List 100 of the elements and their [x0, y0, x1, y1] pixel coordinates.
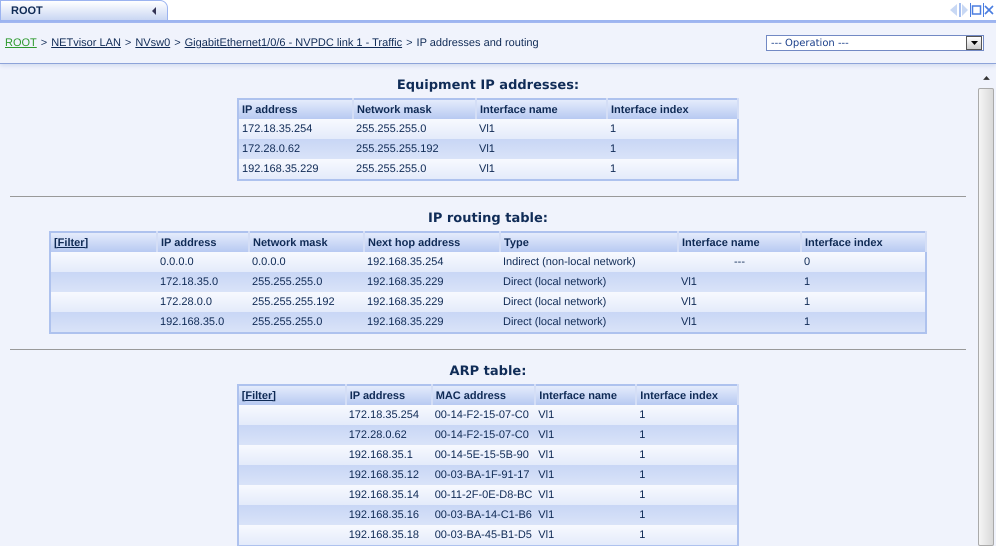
- breadcrumb-separator: >: [406, 37, 413, 49]
- table-cell: 255.255.255.0: [252, 276, 322, 288]
- table-cell: 00-11-2F-0E-D8-BC: [434, 489, 532, 501]
- dropdown-arrow-icon: [970, 41, 978, 45]
- section-title: ARP table:: [450, 364, 526, 379]
- table-cell: Direct (local network): [503, 296, 606, 308]
- table-cell: 192.168.35.229: [367, 316, 444, 328]
- table-cell: Indirect (non-local network): [503, 256, 636, 268]
- column-header: Network mask: [357, 104, 432, 116]
- table-cell: ---: [734, 256, 745, 268]
- column-header: Type: [504, 236, 529, 248]
- breadcrumb-link[interactable]: NVsw0: [135, 37, 170, 49]
- table-cell: Vl1: [538, 489, 554, 501]
- table-cell: Vl1: [479, 163, 495, 175]
- table-cell: 255.255.255.192: [252, 296, 335, 308]
- table-cell: Direct (local network): [503, 316, 606, 328]
- table-cell: Vl1: [681, 296, 697, 308]
- table-cell: 00-03-BA-14-C1-B6: [434, 509, 532, 521]
- column-header: Interface name: [539, 390, 617, 402]
- scroll-up-icon[interactable]: [982, 76, 990, 80]
- table-cell: 172.28.0.62: [242, 143, 300, 155]
- table-cell: Direct (local network): [503, 276, 606, 288]
- breadcrumb-separator: >: [40, 37, 48, 49]
- table-cell: 0.0.0.0: [160, 256, 194, 268]
- breadcrumb-current: IP addresses and routing: [416, 37, 539, 49]
- table-cell: 1: [639, 509, 646, 521]
- column-header: IP address: [350, 390, 406, 402]
- table-cell: 192.168.35.229: [242, 163, 318, 175]
- table-cell: Vl1: [681, 276, 697, 288]
- column-header: MAC address: [436, 390, 506, 402]
- table-cell: 192.168.35.254: [367, 256, 444, 268]
- breadcrumb-link[interactable]: NETvisor LAN: [51, 37, 121, 49]
- table-cell: 00-03-BA-1F-91-17: [434, 469, 530, 481]
- table-cell: 192.168.35.229: [367, 276, 444, 288]
- close-icon[interactable]: [983, 3, 994, 17]
- table-cell: Vl1: [538, 529, 554, 541]
- table-cell: 192.168.35.18: [348, 529, 420, 541]
- table-cell: 255.255.255.0: [252, 316, 322, 328]
- table-cell: Vl1: [538, 409, 554, 421]
- table-cell: Vl1: [479, 143, 495, 155]
- column-header: Interface name: [480, 104, 558, 116]
- table-cell: 172.18.35.0: [160, 276, 218, 288]
- breadcrumb-link[interactable]: GigabitEthernet1/0/6 - NVPDC link 1 - Traffic: [184, 37, 402, 49]
- table-cell: 192.168.35.16: [348, 509, 420, 521]
- table-cell: 1: [804, 296, 810, 308]
- breadcrumb-separator: >: [174, 37, 181, 49]
- maximize-icon[interactable]: [970, 3, 982, 17]
- column-header: IP address: [242, 104, 298, 116]
- collapse-icon[interactable]: [152, 6, 157, 14]
- table-cell: 0.0.0.0: [252, 256, 286, 268]
- column-header: Interface index: [805, 236, 883, 248]
- column-header: Interface name: [682, 236, 760, 248]
- forward-icon[interactable]: [959, 3, 969, 17]
- column-header: Next hop address: [368, 236, 460, 248]
- table-cell: Vl1: [538, 429, 554, 441]
- table-cell: 172.28.0.62: [348, 429, 407, 441]
- operation-dropdown[interactable]: --- Operation ---: [766, 35, 984, 51]
- table-cell: Vl1: [538, 449, 554, 461]
- column-header: Network mask: [253, 236, 328, 248]
- table-cell: Vl1: [538, 469, 554, 481]
- breadcrumb-separator: >: [124, 37, 132, 49]
- table-cell: 255.255.255.0: [356, 123, 426, 135]
- table-cell: 1: [639, 409, 646, 421]
- table-cell: 172.18.35.254: [242, 123, 312, 135]
- table-cell: 1: [610, 143, 616, 155]
- table-cell: Vl1: [479, 123, 495, 135]
- table-cell: 1: [610, 163, 616, 175]
- section-title: Equipment IP addresses:: [396, 78, 580, 93]
- table-cell: 00-03-BA-45-B1-D5: [434, 529, 532, 541]
- root-tab[interactable]: ROOT: [0, 0, 168, 20]
- column-header: IP address: [161, 236, 216, 248]
- table-cell: 00-14-F2-15-07-C0: [434, 409, 529, 421]
- table-cell: 192.168.35.1: [348, 449, 413, 461]
- table-cell: 1: [639, 429, 646, 441]
- table-cell: 192.168.35.0: [160, 316, 224, 328]
- table-cell: 255.255.255.0: [356, 163, 426, 175]
- table-cell: 1: [610, 123, 616, 135]
- table-cell: 00-14-5E-15-5B-90: [434, 449, 529, 461]
- table-cell: 0: [804, 256, 810, 268]
- table-cell: 1: [639, 449, 646, 461]
- table-cell: 192.168.35.14: [348, 489, 420, 501]
- column-header: Interface index: [640, 390, 718, 402]
- filter-link[interactable]: [Filter]: [242, 390, 276, 402]
- table-cell: 255.255.255.192: [356, 143, 439, 155]
- table-cell: 1: [804, 316, 810, 328]
- table-cell: 1: [639, 469, 646, 481]
- filter-link[interactable]: [Filter]: [54, 236, 88, 248]
- table-cell: 192.168.35.12: [348, 469, 420, 481]
- table-cell: Vl1: [538, 509, 554, 521]
- table-cell: 172.28.0.0: [160, 296, 212, 308]
- table-cell: 1: [639, 489, 646, 501]
- section-title: IP routing table:: [428, 211, 548, 226]
- column-header: Interface index: [611, 104, 689, 116]
- table-cell: 1: [804, 276, 810, 288]
- table-cell: 1: [639, 529, 646, 541]
- table-cell: 172.18.35.254: [348, 409, 420, 421]
- table-cell: 192.168.35.229: [367, 296, 444, 308]
- table-cell: Vl1: [681, 316, 697, 328]
- scroll-thumb[interactable]: [978, 88, 994, 546]
- table-cell: 00-14-F2-15-07-C0: [434, 429, 529, 441]
